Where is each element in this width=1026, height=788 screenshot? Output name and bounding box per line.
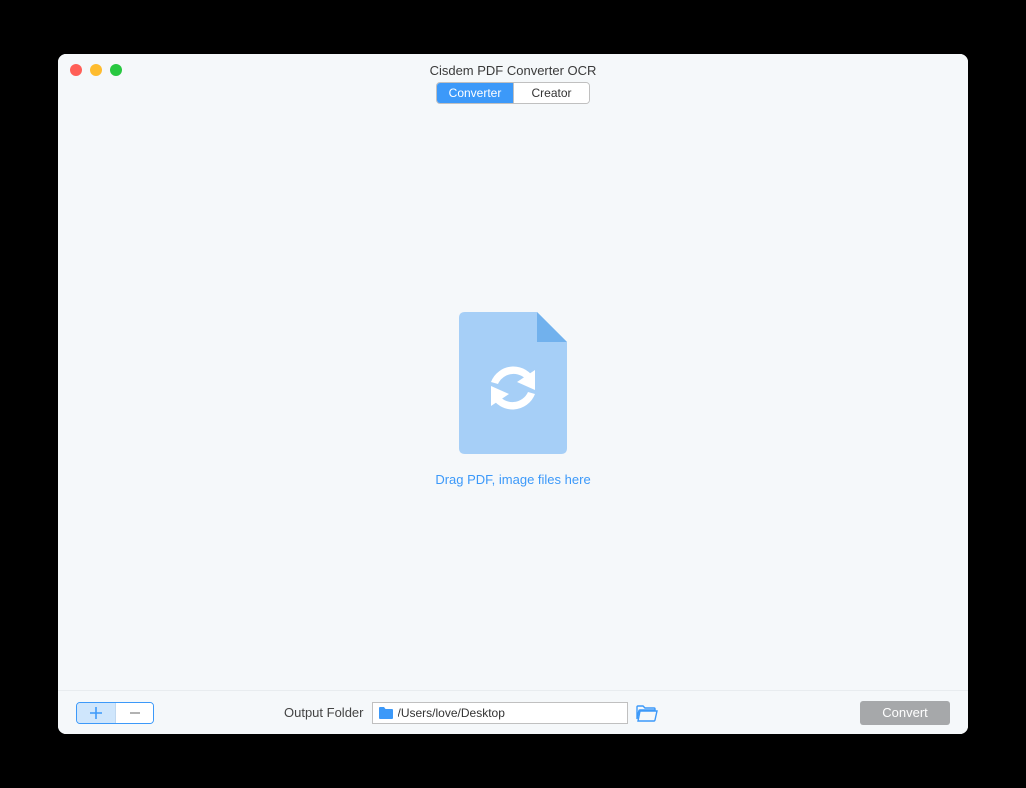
remove-button[interactable] bbox=[115, 703, 153, 723]
tab-converter[interactable]: Converter bbox=[437, 83, 513, 103]
bottom-toolbar: Output Folder /Users/love/Desktop Conver… bbox=[58, 690, 968, 734]
add-button[interactable] bbox=[77, 703, 115, 723]
drag-hint-text: Drag PDF, image files here bbox=[435, 472, 590, 487]
app-window: Cisdem PDF Converter OCR Converter Creat… bbox=[58, 54, 968, 734]
browse-folder-icon[interactable] bbox=[636, 704, 658, 722]
output-path-text: /Users/love/Desktop bbox=[398, 706, 505, 720]
tab-creator[interactable]: Creator bbox=[513, 83, 589, 103]
file-refresh-icon bbox=[459, 312, 567, 454]
dropzone[interactable]: Drag PDF, image files here bbox=[435, 312, 590, 487]
window-controls bbox=[70, 64, 122, 76]
output-folder-label: Output Folder bbox=[284, 705, 364, 720]
minimize-icon[interactable] bbox=[90, 64, 102, 76]
mode-tabs: Converter Creator bbox=[436, 82, 590, 104]
folder-icon bbox=[379, 707, 393, 719]
main-content: Drag PDF, image files here bbox=[58, 108, 968, 690]
minus-icon bbox=[127, 705, 143, 721]
plus-icon bbox=[88, 705, 104, 721]
window-title: Cisdem PDF Converter OCR bbox=[430, 63, 597, 78]
output-path-field[interactable]: /Users/love/Desktop bbox=[372, 702, 628, 724]
close-icon[interactable] bbox=[70, 64, 82, 76]
titlebar: Cisdem PDF Converter OCR Converter Creat… bbox=[58, 54, 968, 108]
convert-button[interactable]: Convert bbox=[860, 701, 950, 725]
maximize-icon[interactable] bbox=[110, 64, 122, 76]
add-remove-group bbox=[76, 702, 154, 724]
output-folder-section: Output Folder /Users/love/Desktop bbox=[284, 702, 658, 724]
